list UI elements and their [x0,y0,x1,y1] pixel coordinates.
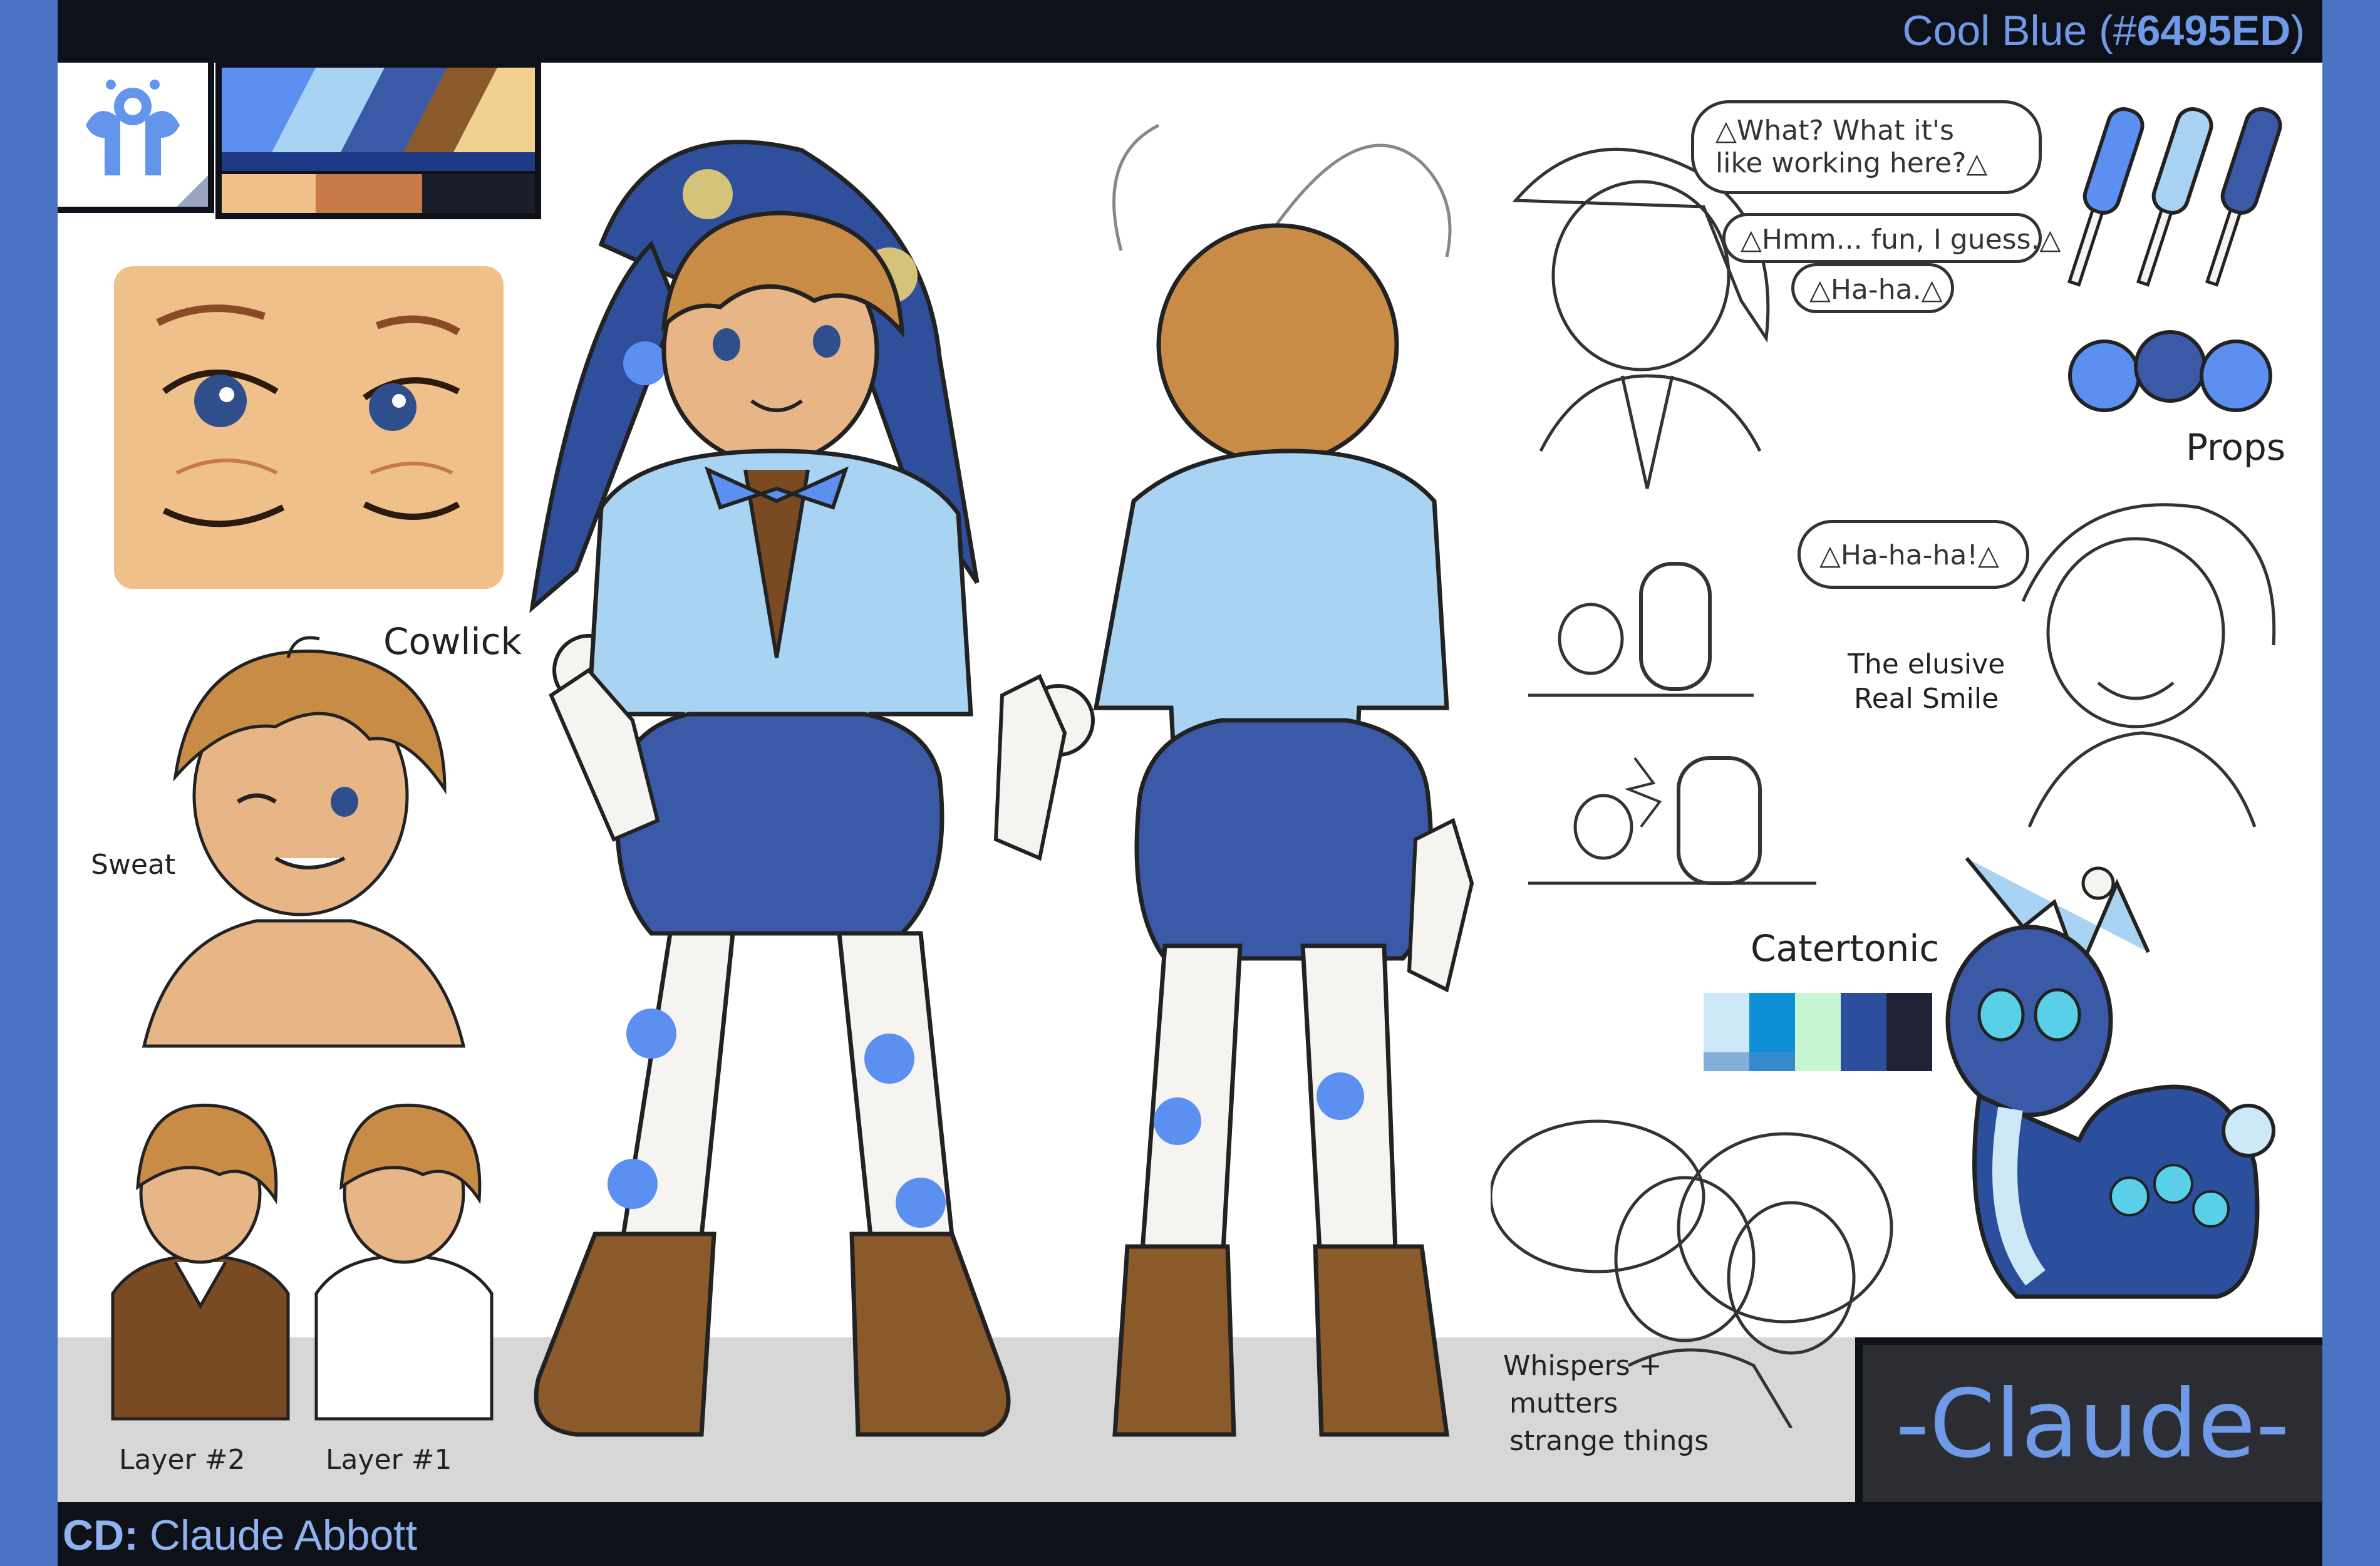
catertonic-creature [1942,846,2292,1328]
eye-expressions [114,266,504,589]
skin-swatch-2 [316,174,422,213]
palette-shade-strip [222,152,535,171]
character-emblem-icon [86,80,208,207]
real-smile-label-1: The elusive [1848,648,2005,680]
character-name-plate: -Claude- [1855,1337,2322,1502]
layer-1-label: Layer #1 [326,1444,452,1476]
color-title-suffix: ) [2290,7,2305,54]
front-view-figure [501,119,1115,1466]
cd-name: Claude Abbott [149,1512,418,1559]
layer-2-label: Layer #2 [119,1444,246,1476]
logo-box [58,63,214,213]
color-title-hex: 6495ED [2136,7,2291,54]
catertonic-palette [1704,993,1932,1071]
cd-label: CD: [63,1512,138,1559]
speech-line-1b: like working here?△ [1715,147,1988,179]
sketch-comic-panels [1528,551,1816,902]
back-view-figure [1065,119,1541,1466]
bottom-bar: CD: Claude Abbott [0,1502,2380,1566]
speech-bubble-1: △What? What it's like working here?△ [1691,100,2042,194]
reference-sheet: Cool Blue (#6495ED) CD: Claude Abbott Co… [0,0,2380,1566]
props-label: Props [2186,426,2286,469]
layer-2-bust [106,1099,294,1425]
right-frame [2322,0,2380,1566]
catertonic-label: Catertonic [1751,927,1940,970]
whispers-label-1: Whispers + [1503,1350,1662,1382]
real-smile-label-2: Real Smile [1854,683,1999,715]
cd-credit: CD: Claude Abbott [63,1511,417,1560]
whispers-label-3: strange things [1509,1425,1709,1457]
top-bar: Cool Blue (#6495ED) [0,0,2380,63]
color-title: Cool Blue (#6495ED) [1902,6,2305,55]
color-title-name: Cool Blue (# [1902,7,2137,54]
speech-bubble-2: △Hmm... fun, I guess.△ [1722,213,2061,263]
left-frame [0,0,58,1566]
props-art [2054,100,2286,426]
whispers-label-2: mutters [1509,1387,1618,1419]
character-name: -Claude- [1895,1370,2290,1479]
speech-bubble-laugh: △Ha-ha-ha!△ [1798,520,2029,589]
layer-1-bust [310,1099,498,1425]
sweat-label: Sweat [91,849,176,881]
palette-stripes [272,68,535,152]
sketch-real-smile [1998,476,2286,852]
cowlick-bust [125,633,501,1059]
speech-bubble-3: △Ha-ha.△ [1791,263,1954,313]
main-palette [215,63,541,219]
speech-line-1: △What? What it's [1715,115,1954,147]
